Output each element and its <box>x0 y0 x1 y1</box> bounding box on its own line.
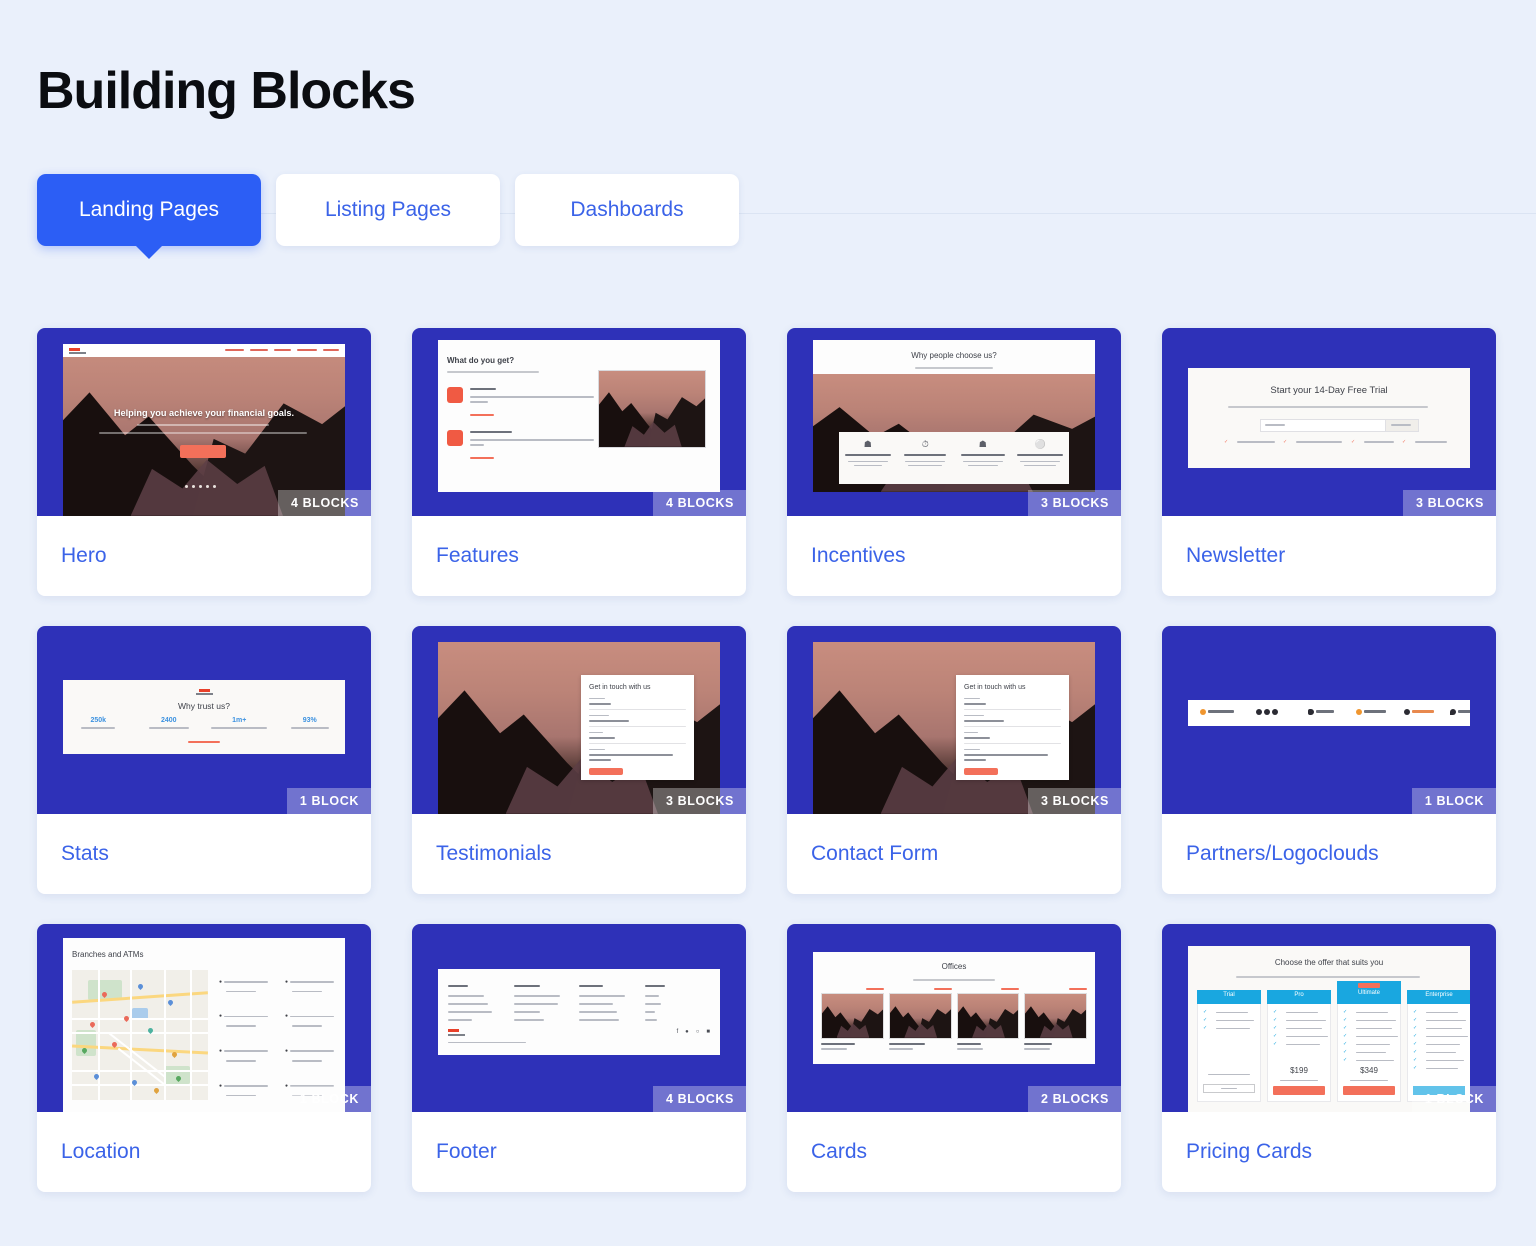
instagram-icon[interactable]: ○ <box>696 1029 700 1035</box>
card-body: Pricing Cards <box>1162 1112 1496 1192</box>
card-features[interactable]: What do you get? 4 BLOCKS Features <box>412 327 746 596</box>
thumbnail-partners[interactable]: 1 BLOCK <box>1162 625 1496 814</box>
thumbnail-location[interactable]: Branches and ATMs ● ● ● ● ● ● ● ● 1 BLOC… <box>37 923 371 1112</box>
badge-block-count: 4 BLOCKS <box>277 489 371 516</box>
card-title-link[interactable]: Testimonials <box>436 842 552 866</box>
badge-block-count: 1 BLOCK <box>286 1085 371 1112</box>
thumbnail-pricing[interactable]: Choose the offer that suits you Trial ✓ … <box>1162 923 1496 1112</box>
contact-form-preview-heading: Get in touch with us <box>964 683 1026 691</box>
card-title-link[interactable]: Newsletter <box>1186 544 1285 568</box>
pricing-preview-heading: Choose the offer that suits you <box>1274 957 1384 967</box>
badge-block-count: 3 BLOCKS <box>652 787 746 814</box>
thumbnail-cards[interactable]: Offices 2 BLOCKS <box>787 923 1121 1112</box>
tab-label: Landing Pages <box>78 197 220 221</box>
badge-block-count: 3 BLOCKS <box>1402 489 1496 516</box>
card-body: Contact Form <box>787 814 1121 894</box>
testimonials-preview-heading: Get in touch with us <box>589 683 651 691</box>
newsletter-preview-heading: Start your 14-Day Free Trial <box>1270 384 1388 396</box>
card-title-link[interactable]: Footer <box>436 1140 497 1164</box>
card-body: Stats <box>37 814 371 894</box>
twitter-icon[interactable]: ● <box>685 1029 689 1035</box>
card-body: Footer <box>412 1112 746 1192</box>
badge-block-count: 3 BLOCKS <box>1027 489 1121 516</box>
tab-dashboards[interactable]: Dashboards <box>515 173 739 246</box>
facebook-icon[interactable]: f <box>676 1029 678 1035</box>
hero-preview-heading: Helping you achieve your financial goals… <box>113 407 295 418</box>
card-title-link[interactable]: Contact Form <box>811 842 938 866</box>
tab-landing-pages[interactable]: Landing Pages <box>37 173 261 259</box>
card-title-link[interactable]: Features <box>436 544 519 568</box>
card-title-link[interactable]: Location <box>61 1140 140 1164</box>
card-title-link[interactable]: Stats <box>61 842 109 866</box>
card-footer[interactable]: f ● ○ ■ 4 BLOCKS Footer <box>412 923 746 1192</box>
cards-preview-heading: Offices <box>941 961 967 971</box>
badge-block-count: 1 BLOCK <box>1411 787 1496 814</box>
card-body: Features <box>412 516 746 596</box>
card-hero[interactable]: Helping you achieve your financial goals… <box>37 327 371 596</box>
card-stats[interactable]: Why trust us? 250k 2400 1m+ 93% 1 BLOCK … <box>37 625 371 894</box>
card-pricing-cards[interactable]: Choose the offer that suits you Trial ✓ … <box>1162 923 1496 1192</box>
stat-value: 2400 <box>160 716 177 724</box>
card-cards[interactable]: Offices 2 BLOCKS Cards <box>787 923 1121 1192</box>
page-title: Building Blocks <box>37 62 416 120</box>
card-location[interactable]: Branches and ATMs ● ● ● ● ● ● ● ● 1 BLOC… <box>37 923 371 1192</box>
youtube-icon[interactable]: ■ <box>706 1029 710 1035</box>
tab-label: Dashboards <box>570 197 684 221</box>
badge-block-count: 4 BLOCKS <box>652 1085 746 1112</box>
thumbnail-features[interactable]: What do you get? 4 BLOCKS <box>412 327 746 516</box>
card-body: Location <box>37 1112 371 1192</box>
card-body: Newsletter <box>1162 516 1496 596</box>
tab-listing-pages[interactable]: Listing Pages <box>276 173 500 246</box>
card-newsletter[interactable]: Start your 14-Day Free Trial ✓ ✓ ✓ ✓ 3 B… <box>1162 327 1496 596</box>
thumbnail-hero[interactable]: Helping you achieve your financial goals… <box>37 327 371 516</box>
card-body: Incentives <box>787 516 1121 596</box>
plan-name: Enterprise <box>1425 991 1453 998</box>
card-body: Hero <box>37 516 371 596</box>
badge-block-count: 2 BLOCKS <box>1027 1085 1121 1112</box>
stats-preview-heading: Why trust us? <box>178 700 230 711</box>
building-blocks-page: Building Blocks Landing Pages Listing Pa… <box>0 0 1536 1246</box>
thumbnail-testimonials[interactable]: Get in touch with us 3 BLOCKS <box>412 625 746 814</box>
card-body: Partners/Logoclouds <box>1162 814 1496 894</box>
incentives-preview-heading: Why people choose us? <box>911 350 997 360</box>
thumbnail-contact-form[interactable]: Get in touch with us 3 BLOCKS <box>787 625 1121 814</box>
card-body: Testimonials <box>412 814 746 894</box>
stat-value: 250k <box>90 716 107 724</box>
thumbnail-newsletter[interactable]: Start your 14-Day Free Trial ✓ ✓ ✓ ✓ 3 B… <box>1162 327 1496 516</box>
stat-value: 1m+ <box>232 716 247 724</box>
thumbnail-stats[interactable]: Why trust us? 250k 2400 1m+ 93% 1 BLOCK <box>37 625 371 814</box>
badge-block-count: 1 BLOCK <box>286 787 371 814</box>
badge-block-count: 1 BLOCK <box>1411 1085 1496 1112</box>
badge-block-count: 4 BLOCKS <box>652 489 746 516</box>
badge-block-count: 3 BLOCKS <box>1027 787 1121 814</box>
building-blocks-grid: Helping you achieve your financial goals… <box>37 327 1499 1192</box>
card-testimonials[interactable]: Get in touch with us 3 BLOCKS Testimonia… <box>412 625 746 894</box>
tab-bar: Landing Pages Listing Pages Dashboards <box>37 173 1536 259</box>
card-contact-form[interactable]: Get in touch with us 3 BLOCKS Contact Fo… <box>787 625 1121 894</box>
plan-name: Pro <box>1294 991 1304 998</box>
card-title-link[interactable]: Partners/Logoclouds <box>1186 842 1379 866</box>
card-title-link[interactable]: Cards <box>811 1140 867 1164</box>
stat-value: 93% <box>302 716 317 724</box>
plan-price: $349 <box>1360 1065 1378 1075</box>
tab-label: Listing Pages <box>324 197 452 221</box>
card-title-link[interactable]: Hero <box>61 544 107 568</box>
plan-price: $199 <box>1290 1065 1308 1075</box>
features-preview-heading: What do you get? <box>447 355 515 365</box>
location-preview-heading: Branches and ATMs <box>72 949 144 959</box>
plan-name: Trial <box>1223 991 1235 998</box>
plan-name: Ultimate <box>1357 989 1380 996</box>
card-partners-logoclouds[interactable]: 1 BLOCK Partners/Logoclouds <box>1162 625 1496 894</box>
card-incentives[interactable]: Why people choose us? ☗ ⏱ ☗ ⚪ 3 BLOCKS I… <box>787 327 1121 596</box>
card-title-link[interactable]: Incentives <box>811 544 906 568</box>
thumbnail-footer[interactable]: f ● ○ ■ 4 BLOCKS <box>412 923 746 1112</box>
card-body: Cards <box>787 1112 1121 1192</box>
thumbnail-incentives[interactable]: Why people choose us? ☗ ⏱ ☗ ⚪ 3 BLOCKS <box>787 327 1121 516</box>
card-title-link[interactable]: Pricing Cards <box>1186 1140 1312 1164</box>
